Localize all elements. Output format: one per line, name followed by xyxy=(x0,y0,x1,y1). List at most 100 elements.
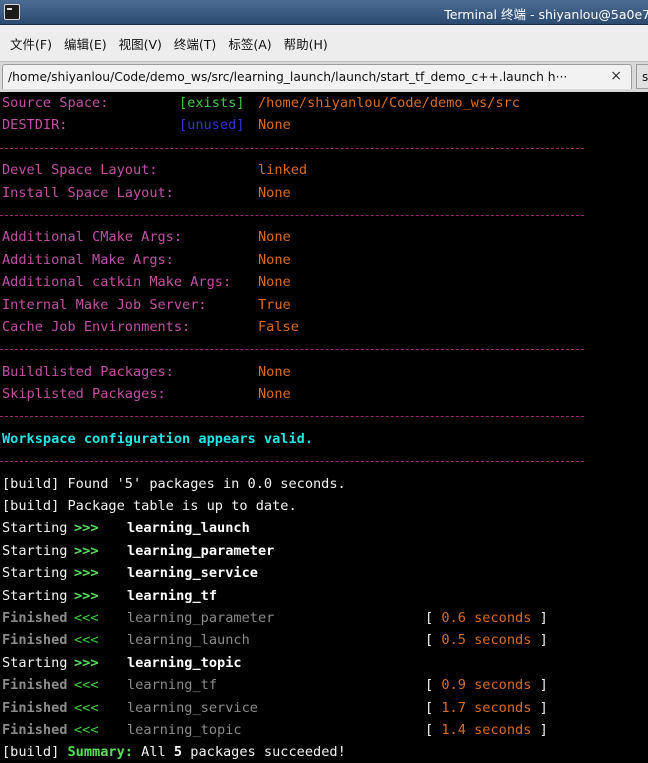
tab-active[interactable]: /home/shiyanlou/Code/demo_ws/src/learnin… xyxy=(2,64,632,89)
build-package: learning_service xyxy=(127,565,258,582)
build-arrow: <<< xyxy=(74,721,99,738)
build-status: Starting xyxy=(2,654,68,671)
config-row: Source Space: [exists] /home/shiyanlou/C… xyxy=(0,92,648,114)
tab-close-icon[interactable]: × xyxy=(610,68,622,84)
build-table: [build] Package table is up to date. xyxy=(2,498,297,515)
separator xyxy=(0,137,648,159)
config-row: Additional CMake Args: None xyxy=(0,226,648,248)
build-arrow: >>> xyxy=(74,542,99,559)
config-key: Buildlisted Packages: xyxy=(2,363,174,380)
menu-view[interactable]: 视图(V) xyxy=(119,34,162,53)
separator xyxy=(0,338,648,360)
config-row: Additional catkin Make Args: None xyxy=(0,271,648,293)
config-row: Skiplisted Packages: None xyxy=(0,383,648,405)
terminal-app-icon[interactable] xyxy=(4,4,20,20)
build-info-row: [build] Found '5' packages in 0.0 second… xyxy=(0,473,648,495)
build-package: learning_topic xyxy=(127,721,242,738)
menu-terminal[interactable]: 终端(T) xyxy=(174,34,216,53)
build-package: learning_parameter xyxy=(127,542,275,559)
separator xyxy=(0,204,648,226)
config-value: /home/shiyanlou/Code/demo_ws/src xyxy=(258,95,520,111)
build-duration: [ 1.4 seconds ] xyxy=(425,721,548,738)
terminal-window: Terminal 终端 - shiyanlou@5a0e785 文件(F) 编辑… xyxy=(0,0,648,763)
tab-label: /home/shiyanlou/Code/demo_ws/src/learnin… xyxy=(8,70,568,84)
build-info-row: [build] Package table is up to date. xyxy=(0,495,648,517)
config-key: Additional CMake Args: xyxy=(2,229,183,246)
config-value: linked xyxy=(258,162,308,179)
build-status: Finished xyxy=(2,609,68,626)
build-summary: [build] Summary: All 5 packages succeede… xyxy=(2,744,346,761)
config-value: True xyxy=(258,296,291,313)
menu-help[interactable]: 帮助(H) xyxy=(284,34,328,53)
config-row: Install Space Layout: None xyxy=(0,182,648,204)
config-value: None xyxy=(258,251,291,268)
config-tag: [unused] xyxy=(179,117,245,134)
build-arrow: >>> xyxy=(74,654,99,671)
build-package: learning_launch xyxy=(127,520,250,537)
config-row: DESTDIR: [unused] None xyxy=(0,114,648,136)
build-log-row: Finished <<< learning_topic [ 1.4 second… xyxy=(0,719,648,741)
build-found: [build] Found '5' packages in 0.0 second… xyxy=(2,475,346,492)
build-package: learning_tf xyxy=(127,587,218,604)
terminal-output[interactable]: Source Space: [exists] /home/shiyanlou/C… xyxy=(0,92,648,763)
menu-edit[interactable]: 编辑(E) xyxy=(64,34,107,53)
build-status: Starting xyxy=(2,587,68,604)
config-row: Devel Space Layout: linked xyxy=(0,159,648,181)
config-value: None xyxy=(258,363,291,380)
menu-file[interactable]: 文件(F) xyxy=(10,34,52,53)
build-arrow: >>> xyxy=(74,565,99,582)
build-duration: [ 0.6 seconds ] xyxy=(425,609,548,626)
config-row: Buildlisted Packages: None xyxy=(0,361,648,383)
build-log-row: Starting >>> learning_launch xyxy=(0,517,648,539)
build-arrow: >>> xyxy=(74,587,99,604)
build-status: Starting xyxy=(2,565,68,582)
build-log-row: Finished <<< learning_launch [ 0.5 secon… xyxy=(0,629,648,651)
tab-second[interactable]: s xyxy=(636,64,648,89)
build-duration: [ 1.7 seconds ] xyxy=(425,699,548,716)
valid-message: Workspace configuration appears valid. xyxy=(2,430,313,447)
build-package: learning_launch xyxy=(127,632,250,649)
config-key: Skiplisted Packages: xyxy=(2,386,166,403)
build-log-row: Starting >>> learning_service xyxy=(0,562,648,584)
build-status: Finished xyxy=(2,677,68,694)
build-status: Starting xyxy=(2,520,68,537)
menu-tabs[interactable]: 标签(A) xyxy=(228,34,271,53)
build-log-row: Starting >>> learning_parameter xyxy=(0,540,648,562)
build-log-row: Starting >>> learning_tf xyxy=(0,585,648,607)
config-key: Additional Make Args: xyxy=(2,251,174,268)
window-title: Terminal 终端 - shiyanlou@5a0e785 xyxy=(444,7,648,22)
config-value: None xyxy=(258,229,291,246)
build-package: learning_service xyxy=(127,699,258,716)
config-row: Additional Make Args: None xyxy=(0,249,648,271)
build-arrow: <<< xyxy=(74,609,99,626)
build-arrow: <<< xyxy=(74,632,99,649)
config-value: None xyxy=(258,274,291,291)
build-status: Finished xyxy=(2,699,68,716)
build-log-row: Finished <<< learning_parameter [ 0.6 se… xyxy=(0,607,648,629)
build-duration: [ 0.5 seconds ] xyxy=(425,632,548,649)
separator xyxy=(0,450,648,472)
build-status: Finished xyxy=(2,721,68,738)
build-status: Finished xyxy=(2,632,68,649)
config-row: Internal Make Job Server: True xyxy=(0,294,648,316)
config-key: Devel Space Layout: xyxy=(2,162,158,179)
build-package: learning_topic xyxy=(127,654,242,671)
config-value: None xyxy=(258,184,291,201)
config-key: DESTDIR: xyxy=(2,117,68,134)
build-arrow: <<< xyxy=(74,677,99,694)
config-value: False xyxy=(258,318,299,335)
title-bar[interactable]: Terminal 终端 - shiyanlou@5a0e785 xyxy=(0,0,648,25)
config-tag: [exists] xyxy=(179,95,245,111)
build-package: learning_tf xyxy=(127,677,218,694)
config-key: Additional catkin Make Args: xyxy=(2,274,232,291)
build-log-row: Finished <<< learning_tf [ 0.9 seconds ] xyxy=(0,674,648,696)
tab-bar: /home/shiyanlou/Code/demo_ws/src/learnin… xyxy=(0,61,648,93)
config-key: Cache Job Environments: xyxy=(2,318,191,335)
menu-bar: 文件(F) 编辑(E) 视图(V) 终端(T) 标签(A) 帮助(H) xyxy=(0,25,648,61)
separator xyxy=(0,405,648,427)
build-log-row: Finished <<< learning_service [ 1.7 seco… xyxy=(0,697,648,719)
build-duration: [ 0.9 seconds ] xyxy=(425,677,548,694)
build-summary-row: [build] Summary: All 5 packages succeede… xyxy=(0,741,648,763)
config-value: None xyxy=(258,117,291,134)
config-key: Source Space: xyxy=(2,95,109,111)
